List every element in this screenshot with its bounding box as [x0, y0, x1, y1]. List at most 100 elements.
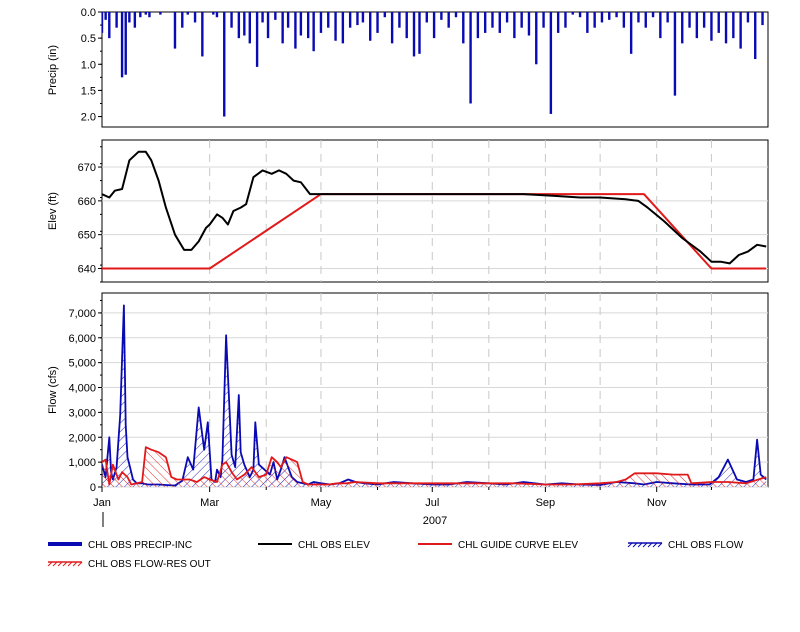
precip-bar	[739, 12, 742, 49]
y-tick-label: 5,000	[68, 358, 96, 370]
precip-bar	[556, 12, 560, 33]
precip-bar	[286, 12, 290, 28]
precip-bar	[761, 12, 764, 26]
precip-bar	[133, 12, 137, 28]
y-tick-label: 0.0	[81, 7, 96, 19]
legend-swatch	[47, 561, 83, 567]
precip-bar	[255, 12, 259, 67]
precip-bar	[243, 12, 246, 36]
precip-bar	[327, 12, 330, 28]
x-tick-label: Sep	[536, 497, 556, 509]
precip-bar	[215, 12, 219, 18]
precip-bar	[148, 12, 151, 18]
precip-bar	[608, 12, 611, 20]
precip-bar	[564, 12, 567, 28]
precip-bar	[637, 12, 640, 23]
precip-bar	[102, 12, 104, 33]
precip-bar	[571, 12, 574, 15]
precip-bar	[710, 12, 713, 41]
legend-label: CHL GUIDE CURVE ELEV	[458, 540, 578, 551]
precip-bar	[398, 12, 401, 28]
y-tick-label: 650	[78, 230, 96, 242]
precip-bar	[688, 12, 691, 28]
precip-bar	[212, 12, 215, 15]
precip-bar	[673, 12, 677, 96]
x-tick-label: Jul	[425, 497, 439, 509]
precip-bar	[274, 12, 277, 20]
flow-y-label: Flow (cfs)	[47, 366, 59, 414]
elev-y-ticks: 640 650 660 670	[78, 146, 102, 283]
legend-label: CHL OBS ELEV	[298, 540, 370, 551]
precip-bar	[299, 12, 303, 36]
precip-bar	[266, 12, 270, 39]
y-tick-label: 3,000	[68, 407, 96, 419]
y-tick-label: 0.5	[81, 33, 96, 45]
legend-swatch	[627, 542, 663, 548]
precip-bar	[469, 12, 472, 104]
elev-y-label: Elev (ft)	[47, 192, 59, 230]
precip-bar	[491, 12, 494, 28]
precip-bar	[230, 12, 233, 28]
precip-bar	[181, 12, 184, 28]
precip-bar	[159, 12, 162, 15]
precip-bar	[128, 12, 131, 23]
flow-y-ticks: 0 1,000 2,000 3,000 4,000 5,000 6,000 7,000	[68, 299, 102, 494]
precip-bar	[702, 12, 706, 28]
precip-bar	[201, 12, 204, 57]
legend-label: CHL OBS FLOW	[668, 540, 744, 551]
precip-bar	[542, 12, 545, 28]
precip-bar	[513, 12, 516, 39]
precip-bar	[629, 12, 633, 54]
precip-bar	[405, 12, 408, 39]
precip-bar	[651, 12, 655, 18]
precip-bar	[732, 12, 735, 39]
precip-bar	[186, 12, 189, 15]
precip-bar	[115, 12, 118, 28]
chart-canvas: 0.0 0.5 1.0 1.5 2.0 Precip (in) 640 650 660 670…	[47, 7, 769, 570]
y-tick-label: 6,000	[68, 333, 96, 345]
precip-bar	[383, 12, 387, 18]
x-tick-label: May	[311, 497, 332, 509]
precip-bar	[341, 12, 345, 44]
chart-root: 0.0 0.5 1.0 1.5 2.0 Precip (in) 640 650 660 670…	[0, 0, 800, 627]
precip-bar	[144, 12, 147, 15]
precip-bar	[754, 12, 757, 60]
precip-bar	[361, 12, 365, 23]
precip-bar	[695, 12, 699, 39]
precip-bar	[281, 12, 284, 44]
y-tick-label: 1,000	[68, 457, 96, 469]
precip-bar	[173, 12, 177, 49]
x-tick-label: Mar	[200, 497, 219, 509]
precip-bar	[294, 12, 297, 49]
precip-bar	[527, 12, 531, 36]
y-tick-label: 2,000	[68, 432, 96, 444]
precip-bar	[622, 12, 626, 28]
precip-bar	[586, 12, 589, 33]
x-tick-label: Jan	[93, 497, 111, 509]
precip-bar	[306, 12, 310, 39]
precip-bar	[644, 12, 647, 28]
precip-bar	[369, 12, 372, 41]
precip-bar	[412, 12, 416, 57]
precip-bar	[248, 12, 251, 44]
precip-bar	[390, 12, 394, 44]
precip-bar	[425, 12, 428, 23]
legend-label: CHL OBS PRECIP-INC	[88, 540, 192, 551]
precip-bar	[223, 12, 226, 117]
precip-bar	[120, 12, 124, 78]
precip-panel: 0.0 0.5 1.0 1.5 2.0 Precip (in)	[47, 7, 769, 128]
y-tick-label: 670	[78, 162, 96, 174]
precip-bar	[578, 12, 582, 18]
precip-bar	[237, 12, 241, 39]
precip-bar	[334, 12, 337, 41]
y-tick-label: 2.0	[81, 112, 96, 124]
elev-plot-frame	[101, 139, 769, 283]
precip-bar	[659, 12, 662, 39]
precip-bar	[376, 12, 379, 33]
precip-bar	[139, 12, 142, 18]
precip-bar	[483, 12, 487, 33]
precip-y-ticks: 0.0 0.5 1.0 1.5 2.0	[81, 7, 102, 124]
legend: CHL OBS PRECIP-INC CHL OBS ELEV CHL GUIDE …	[47, 540, 744, 570]
precip-bar	[724, 12, 728, 44]
legend-label: CHL OBS FLOW-RES OUT	[88, 559, 211, 570]
